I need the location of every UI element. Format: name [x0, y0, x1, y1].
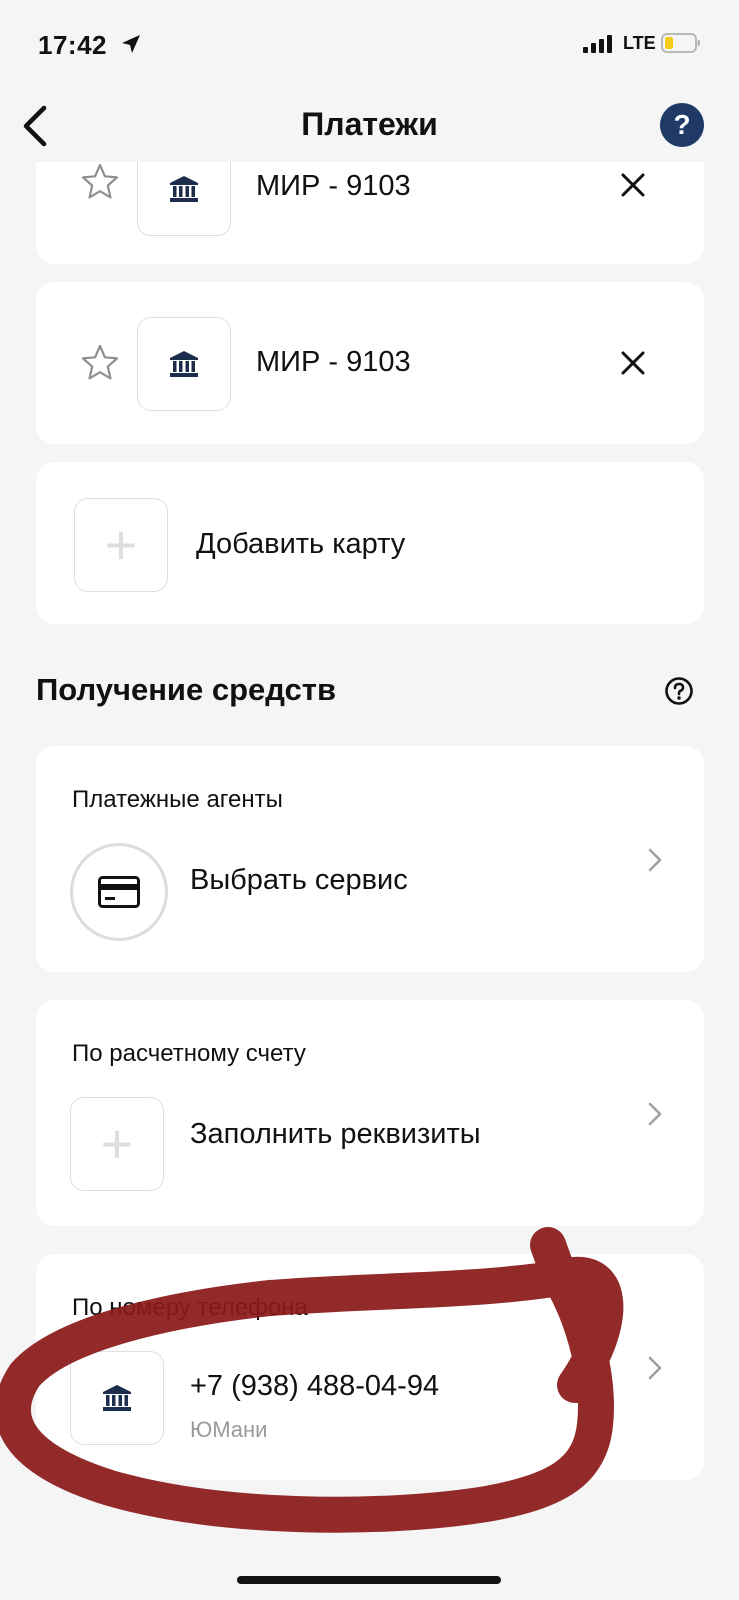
close-icon[interactable] [618, 170, 648, 200]
bank-icon [170, 176, 198, 202]
service-tile [70, 843, 168, 941]
add-tile: + [74, 498, 168, 592]
bank-account-title: По расчетному счету [72, 1040, 306, 1067]
section-title: Получение средств [36, 672, 337, 707]
status-bar: 17:42 LTE [0, 0, 739, 90]
chevron-right-icon [648, 1102, 662, 1126]
credit-card-icon [98, 876, 140, 908]
payment-agents-card[interactable]: Платежные агенты Выбрать сервис [36, 746, 704, 972]
card-name: МИР - 9103 [256, 170, 411, 202]
close-icon[interactable] [618, 348, 648, 378]
phone-bank-tile [70, 1351, 164, 1445]
phone-number-title: По номеру телефона [72, 1294, 308, 1321]
bank-icon [170, 351, 198, 377]
phone-service: ЮМани [190, 1417, 268, 1442]
card-tile [137, 317, 231, 411]
card-name: МИР - 9103 [256, 346, 411, 378]
fill-details-label: Заполнить реквизиты [190, 1118, 481, 1150]
main-content: МИР - 9103 МИР - 9103 + Добавить карту П… [0, 162, 739, 1600]
help-button[interactable]: ? [660, 103, 704, 147]
signal-icon [583, 35, 612, 53]
add-card-button[interactable]: + Добавить карту [36, 462, 704, 624]
help-circle-icon[interactable] [664, 676, 694, 706]
plus-icon: + [104, 513, 138, 576]
bank-card-item[interactable]: МИР - 9103 [36, 162, 704, 264]
phone-number-card[interactable]: По номеру телефона +7 (938) 488-04-94 ЮМ… [36, 1254, 704, 1480]
status-time: 17:42 [38, 30, 107, 60]
home-indicator [237, 1576, 501, 1584]
network-type: LTE [623, 33, 656, 53]
battery-icon [661, 33, 700, 53]
bank-card-item[interactable]: МИР - 9103 [36, 282, 704, 444]
favorite-star-icon[interactable] [80, 343, 120, 383]
navigation-bar: Платежи ? [0, 90, 739, 162]
card-tile [137, 162, 231, 236]
add-tile: + [70, 1097, 164, 1191]
location-arrow-icon [122, 35, 140, 53]
chevron-right-icon [648, 848, 662, 872]
phone-number: +7 (938) 488-04-94 [190, 1370, 440, 1402]
bank-icon [103, 1385, 131, 1411]
bank-account-card[interactable]: По расчетному счету + Заполнить реквизит… [36, 1000, 704, 1226]
add-card-label: Добавить карту [196, 528, 406, 560]
page-title: Платежи [301, 106, 438, 142]
favorite-star-icon[interactable] [80, 162, 120, 202]
payment-agents-title: Платежные агенты [72, 786, 283, 813]
chevron-right-icon [648, 1356, 662, 1380]
plus-icon: + [100, 1112, 134, 1175]
select-service-label: Выбрать сервис [190, 864, 408, 896]
